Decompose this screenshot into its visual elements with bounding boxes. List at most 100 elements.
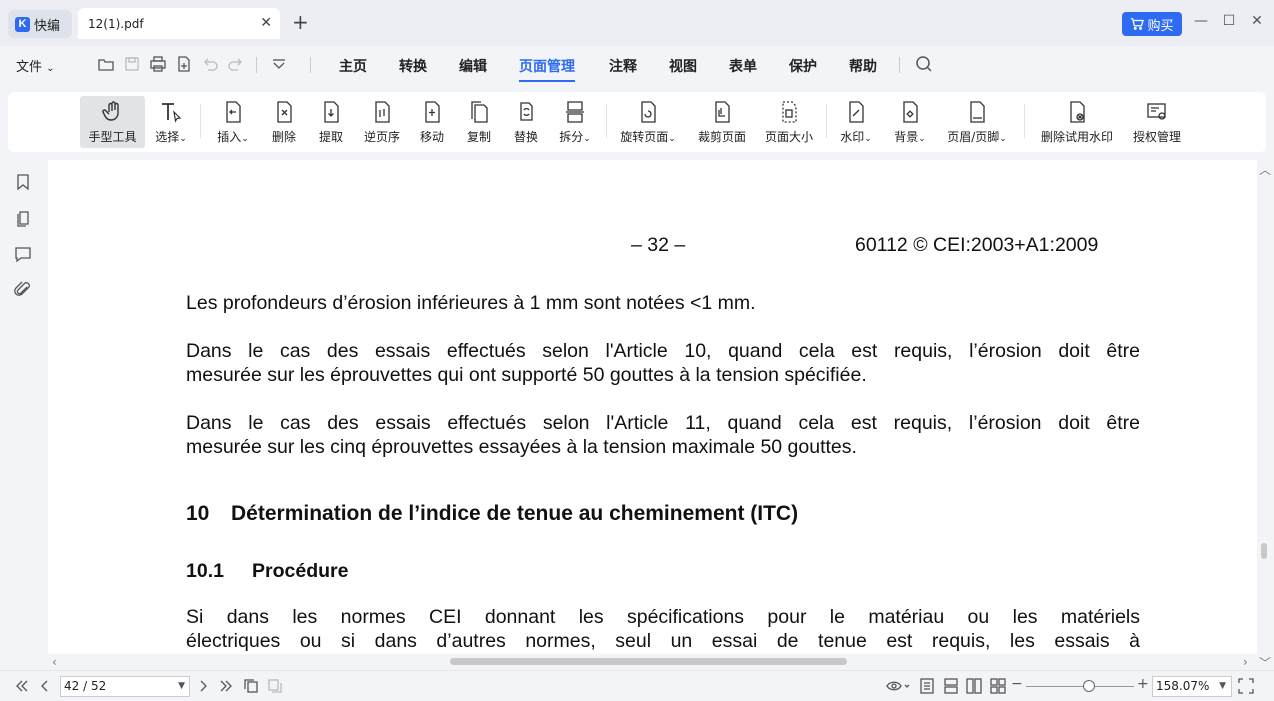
paragraph-3-line-1: Dans le cas des essais effectués selon l… bbox=[186, 412, 1140, 434]
chevron-down-icon: ⌄ bbox=[46, 63, 55, 74]
open-file-icon[interactable] bbox=[97, 55, 117, 75]
scroll-down-icon[interactable]: ﹀ bbox=[1259, 654, 1271, 671]
app-logo[interactable]: K 快编 bbox=[8, 10, 72, 38]
chevron-down-icon: ▼ bbox=[1219, 681, 1226, 691]
page-size-button[interactable]: 页面大小 bbox=[761, 96, 817, 148]
app-name: 快编 bbox=[34, 18, 61, 34]
page-size-label: 页面大小 bbox=[764, 130, 813, 144]
scroll-left-icon[interactable]: ‹ bbox=[52, 655, 57, 669]
menu-comment[interactable]: 注释 bbox=[609, 56, 637, 76]
two-page-continuous-icon[interactable] bbox=[989, 677, 1007, 695]
move-page-icon bbox=[425, 101, 440, 123]
zoom-slider[interactable] bbox=[1026, 686, 1134, 687]
paragraph-4-line-2: électriques ou si dans d’autres normes, … bbox=[186, 630, 1140, 652]
close-window-icon[interactable]: ✕ bbox=[1247, 13, 1267, 29]
continuous-view-icon[interactable] bbox=[942, 677, 960, 695]
section-heading-number: 10 bbox=[186, 502, 210, 525]
new-tab-icon[interactable]: + bbox=[292, 12, 309, 32]
paragraph-4-line-1: Si dans les normes CEI donnant les spéci… bbox=[186, 606, 1140, 628]
paragraph-2-line-1: Dans le cas des essais effectués selon l… bbox=[186, 340, 1140, 362]
maximize-icon[interactable]: ☐ bbox=[1219, 13, 1239, 29]
crop-page-icon bbox=[715, 101, 730, 123]
menu-help[interactable]: 帮助 bbox=[849, 56, 877, 76]
page-number-input[interactable]: 42 / 52 ▼ bbox=[60, 676, 190, 697]
document-viewport[interactable]: – 32 – 60112 © CEI:2003+A1:2009 Les prof… bbox=[48, 160, 1257, 654]
page-back-icon[interactable] bbox=[242, 677, 260, 695]
standard-reference: 60112 © CEI:2003+A1:2009 bbox=[855, 234, 1099, 256]
extract-page-button[interactable]: 提取 bbox=[311, 96, 351, 148]
two-page-view-icon[interactable] bbox=[965, 677, 983, 695]
single-page-view-icon[interactable] bbox=[918, 677, 936, 695]
paragraph-2-line-2: mesurée sur les éprouvettes qui ont supp… bbox=[186, 364, 867, 386]
rotate-page-button[interactable]: 旋转页面⌄ bbox=[615, 96, 681, 148]
select-label: 选择⌄ bbox=[155, 130, 187, 144]
next-page-icon[interactable] bbox=[194, 677, 212, 695]
vertical-scrollbar[interactable] bbox=[1257, 160, 1274, 670]
select-button[interactable]: 选择⌄ bbox=[149, 96, 193, 148]
watermark-button[interactable]: 水印⌄ bbox=[834, 96, 878, 148]
crop-page-button[interactable]: 裁剪页面 bbox=[694, 96, 750, 148]
header-footer-button[interactable]: 页眉/页脚⌄ bbox=[942, 96, 1012, 148]
attachment-icon[interactable] bbox=[14, 281, 32, 299]
menu-protect[interactable]: 保护 bbox=[789, 56, 817, 76]
reverse-order-button[interactable]: 逆页序 bbox=[358, 96, 406, 148]
subsection-heading-number: 10.1 bbox=[186, 560, 224, 582]
thumbnails-icon[interactable] bbox=[14, 209, 32, 227]
app-logo-icon: K bbox=[15, 16, 30, 32]
move-page-button[interactable]: 移动 bbox=[412, 96, 452, 148]
document-tab[interactable]: 12(1).pdf ✕ bbox=[78, 8, 280, 39]
file-menu[interactable]: 文件 ⌄ bbox=[16, 56, 55, 75]
vertical-scroll-thumb[interactable] bbox=[1261, 543, 1267, 559]
menu-form[interactable]: 表单 bbox=[729, 56, 757, 76]
horizontal-scroll-thumb[interactable] bbox=[450, 658, 847, 665]
previous-page-icon[interactable] bbox=[36, 677, 54, 695]
replace-page-button[interactable]: 替换 bbox=[506, 96, 546, 148]
print-icon[interactable] bbox=[149, 55, 169, 75]
hand-tool-button[interactable]: 手型工具 bbox=[80, 96, 145, 148]
watermark-icon bbox=[849, 101, 864, 123]
minimize-icon[interactable]: — bbox=[1191, 13, 1211, 29]
split-page-button[interactable]: 拆分⌄ bbox=[553, 96, 597, 148]
fullscreen-icon[interactable] bbox=[1237, 677, 1255, 695]
menu-home[interactable]: 主页 bbox=[339, 56, 367, 76]
license-management-button[interactable]: 授权管理 bbox=[1128, 96, 1186, 148]
bookmark-icon[interactable] bbox=[14, 173, 32, 191]
buy-button[interactable]: 购买 bbox=[1122, 12, 1182, 36]
last-page-icon[interactable] bbox=[217, 677, 235, 695]
zoom-slider-handle[interactable] bbox=[1083, 680, 1095, 692]
insert-page-button[interactable]: 插入⌄ bbox=[211, 96, 255, 148]
page-forward-icon[interactable] bbox=[266, 677, 284, 695]
zoom-out-icon[interactable]: − bbox=[1011, 676, 1029, 694]
menu-convert[interactable]: 转换 bbox=[399, 56, 427, 76]
remove-trial-watermark-button[interactable]: 删除试用水印 bbox=[1035, 96, 1119, 148]
read-mode-icon[interactable] bbox=[886, 677, 914, 695]
undo-icon[interactable] bbox=[201, 55, 221, 75]
save-icon[interactable] bbox=[123, 55, 143, 75]
customize-toolbar-icon[interactable] bbox=[270, 55, 290, 75]
copy-page-button[interactable]: 复制 bbox=[459, 96, 499, 148]
menu-edit[interactable]: 编辑 bbox=[459, 56, 487, 76]
scroll-up-icon[interactable]: ︿ bbox=[1259, 161, 1271, 178]
delete-page-button[interactable]: 删除 bbox=[264, 96, 304, 148]
hand-icon bbox=[101, 101, 119, 121]
scroll-right-icon[interactable]: › bbox=[1243, 655, 1248, 669]
close-tab-icon[interactable]: ✕ bbox=[260, 15, 272, 31]
redo-icon[interactable] bbox=[227, 55, 247, 75]
status-bar: 42 / 52 ▼ − + 158.07% ▼ bbox=[0, 670, 1274, 701]
menu-page-management[interactable]: 页面管理 bbox=[519, 56, 575, 82]
first-page-icon[interactable] bbox=[13, 677, 31, 695]
left-sidebar bbox=[0, 160, 46, 670]
background-button[interactable]: 背景⌄ bbox=[888, 96, 932, 148]
move-page-label: 移动 bbox=[419, 130, 444, 144]
zoom-level-select[interactable]: 158.07% ▼ bbox=[1152, 676, 1232, 697]
menu-view[interactable]: 视图 bbox=[669, 56, 697, 76]
new-document-icon[interactable] bbox=[175, 55, 195, 75]
comments-icon[interactable] bbox=[14, 245, 32, 263]
replace-page-icon bbox=[520, 102, 533, 121]
copy-page-label: 复制 bbox=[466, 130, 491, 144]
search-icon[interactable] bbox=[915, 55, 935, 75]
extract-page-label: 提取 bbox=[318, 130, 343, 144]
document-tab-title: 12(1).pdf bbox=[88, 16, 144, 31]
license-icon bbox=[1147, 103, 1166, 120]
section-heading-title: Détermination de l’indice de tenue au ch… bbox=[231, 502, 799, 525]
